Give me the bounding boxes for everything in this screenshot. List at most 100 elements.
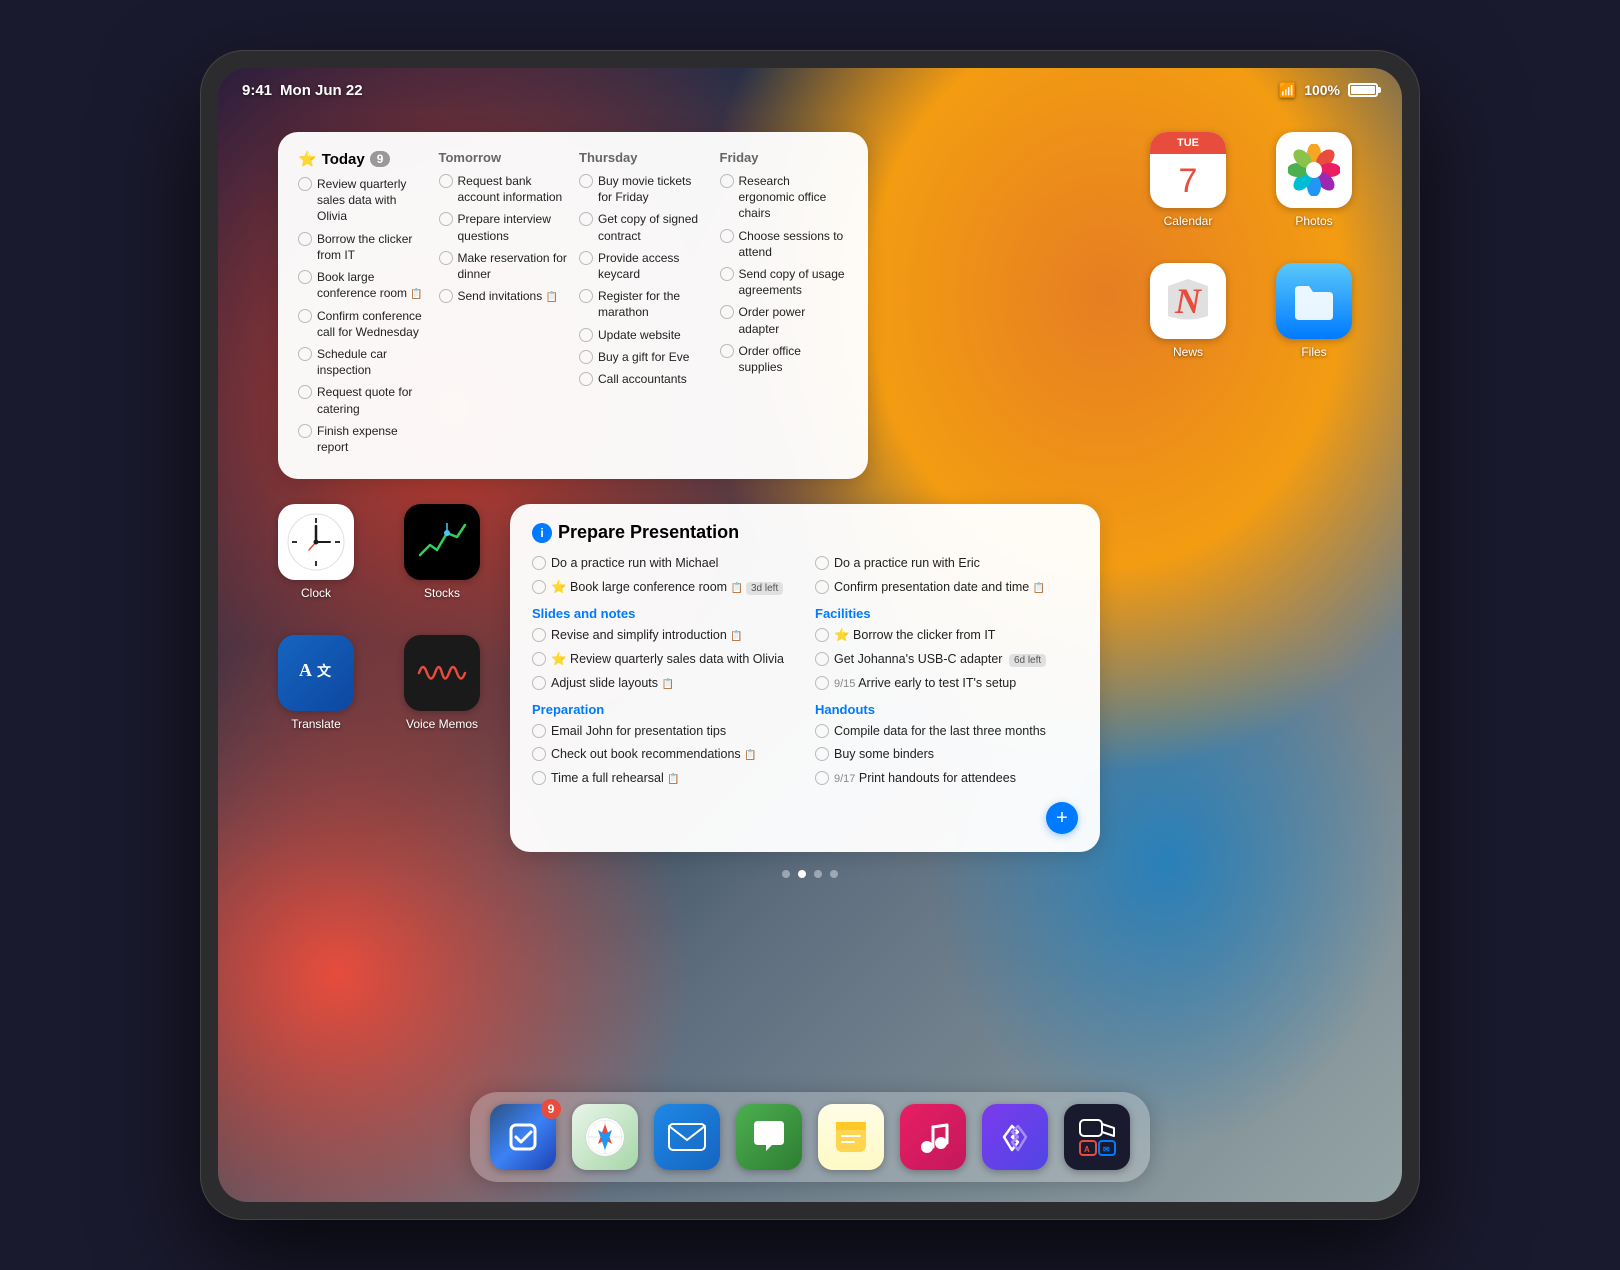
list-item[interactable]: 9/15 Arrive early to test IT's setup bbox=[815, 675, 1078, 692]
check-circle[interactable] bbox=[532, 771, 546, 785]
check-circle[interactable] bbox=[579, 328, 593, 342]
app-icon-voicememos[interactable]: Voice Memos bbox=[404, 635, 480, 731]
check-circle[interactable] bbox=[532, 652, 546, 666]
check-circle[interactable] bbox=[298, 177, 312, 191]
list-item[interactable]: Do a practice run with Eric bbox=[815, 555, 1078, 572]
list-item[interactable]: Review quarterly sales data with Olivia bbox=[298, 176, 427, 225]
list-item[interactable]: Email John for presentation tips bbox=[532, 723, 795, 740]
list-item[interactable]: Finish expense report bbox=[298, 423, 427, 455]
check-circle[interactable] bbox=[815, 652, 829, 666]
dock-app-music[interactable] bbox=[900, 1104, 966, 1170]
check-circle[interactable] bbox=[579, 251, 593, 265]
list-item[interactable]: Request bank account information bbox=[439, 173, 568, 205]
list-item[interactable]: Borrow the clicker from IT bbox=[298, 231, 427, 263]
check-circle[interactable] bbox=[532, 724, 546, 738]
check-circle[interactable] bbox=[532, 580, 546, 594]
list-item[interactable]: Confirm presentation date and time 📋 bbox=[815, 579, 1078, 596]
list-item[interactable]: Register for the marathon bbox=[579, 288, 708, 320]
page-dot-3[interactable] bbox=[814, 870, 822, 878]
list-item[interactable]: Update website bbox=[579, 327, 708, 343]
list-item[interactable]: Time a full rehearsal 📋 bbox=[532, 770, 795, 787]
app-icon-files[interactable]: Files bbox=[1276, 263, 1352, 359]
reminders-widget[interactable]: ⭐ Today 9 Review quarterly sales data wi… bbox=[278, 132, 868, 479]
list-item[interactable]: Send copy of usage agreements bbox=[720, 266, 849, 298]
list-item[interactable]: Research ergonomic office chairs bbox=[720, 173, 849, 222]
list-item[interactable]: Send invitations 📋 bbox=[439, 288, 568, 305]
check-circle[interactable] bbox=[815, 747, 829, 761]
app-icon-news[interactable]: N News bbox=[1150, 263, 1226, 359]
check-circle[interactable] bbox=[720, 344, 734, 358]
list-item[interactable]: Buy movie tickets for Friday bbox=[579, 173, 708, 205]
check-circle[interactable] bbox=[720, 305, 734, 319]
list-item[interactable]: ⭐ Borrow the clicker from IT bbox=[815, 627, 1078, 644]
list-item[interactable]: Schedule car inspection bbox=[298, 346, 427, 378]
check-circle[interactable] bbox=[439, 289, 453, 303]
list-item[interactable]: 9/17 Print handouts for attendees bbox=[815, 770, 1078, 787]
dock-app-safari[interactable] bbox=[572, 1104, 638, 1170]
check-circle[interactable] bbox=[815, 676, 829, 690]
check-circle[interactable] bbox=[439, 251, 453, 265]
dock-app-mail[interactable] bbox=[654, 1104, 720, 1170]
list-item[interactable]: Order office supplies bbox=[720, 343, 849, 375]
check-circle[interactable] bbox=[815, 628, 829, 642]
list-item[interactable]: ⭐ Review quarterly sales data with Olivi… bbox=[532, 651, 795, 668]
dock-app-notes[interactable] bbox=[818, 1104, 884, 1170]
check-circle[interactable] bbox=[579, 350, 593, 364]
list-item[interactable]: Get Johanna's USB-C adapter 6d left bbox=[815, 651, 1078, 668]
check-circle[interactable] bbox=[298, 424, 312, 438]
add-reminder-button[interactable]: + bbox=[1046, 802, 1078, 834]
page-dot-1[interactable] bbox=[782, 870, 790, 878]
list-item[interactable]: Buy some binders bbox=[815, 746, 1078, 763]
check-circle[interactable] bbox=[532, 628, 546, 642]
check-circle[interactable] bbox=[579, 372, 593, 386]
prep-widget[interactable]: i Prepare Presentation Do a practice run… bbox=[510, 504, 1100, 852]
list-item[interactable]: ⭐ Book large conference room 📋3d left bbox=[532, 579, 795, 596]
check-circle[interactable] bbox=[439, 174, 453, 188]
check-circle[interactable] bbox=[815, 771, 829, 785]
check-circle[interactable] bbox=[815, 580, 829, 594]
check-circle[interactable] bbox=[815, 724, 829, 738]
list-item[interactable]: Revise and simplify introduction 📋 bbox=[532, 627, 795, 644]
dock-app-omnifocus[interactable]: 9 bbox=[490, 1104, 556, 1170]
check-circle[interactable] bbox=[579, 174, 593, 188]
list-item[interactable]: Make reservation for dinner bbox=[439, 250, 568, 282]
dock-app-facetime[interactable]: A ✉ bbox=[1064, 1104, 1130, 1170]
list-item[interactable]: Call accountants bbox=[579, 371, 708, 387]
list-item[interactable]: Book large conference room 📋 bbox=[298, 269, 427, 302]
check-circle[interactable] bbox=[815, 556, 829, 570]
list-item[interactable]: Confirm conference call for Wednesday bbox=[298, 308, 427, 340]
check-circle[interactable] bbox=[720, 229, 734, 243]
check-circle[interactable] bbox=[532, 556, 546, 570]
check-circle[interactable] bbox=[579, 212, 593, 226]
list-item[interactable]: Order power adapter bbox=[720, 304, 849, 336]
list-item[interactable]: Provide access keycard bbox=[579, 250, 708, 282]
list-item[interactable]: Get copy of signed contract bbox=[579, 211, 708, 243]
check-circle[interactable] bbox=[298, 270, 312, 284]
check-circle[interactable] bbox=[298, 232, 312, 246]
list-item[interactable]: Compile data for the last three months bbox=[815, 723, 1078, 740]
app-icon-clock[interactable]: Clock bbox=[278, 504, 354, 600]
list-item[interactable]: Prepare interview questions bbox=[439, 211, 568, 243]
list-item[interactable]: Check out book recommendations 📋 bbox=[532, 746, 795, 763]
list-item[interactable]: Buy a gift for Eve bbox=[579, 349, 708, 365]
check-circle[interactable] bbox=[579, 289, 593, 303]
check-circle[interactable] bbox=[720, 174, 734, 188]
check-circle[interactable] bbox=[532, 676, 546, 690]
dock-app-messages[interactable] bbox=[736, 1104, 802, 1170]
check-circle[interactable] bbox=[298, 347, 312, 361]
list-item[interactable]: Choose sessions to attend bbox=[720, 228, 849, 260]
dock-app-shortcuts[interactable] bbox=[982, 1104, 1048, 1170]
check-circle[interactable] bbox=[439, 212, 453, 226]
check-circle[interactable] bbox=[720, 267, 734, 281]
app-icon-stocks[interactable]: Stocks bbox=[404, 504, 480, 600]
page-dot-2[interactable] bbox=[798, 870, 806, 878]
app-icon-translate[interactable]: A 文 Translate bbox=[278, 635, 354, 731]
list-item[interactable]: Do a practice run with Michael bbox=[532, 555, 795, 572]
app-icon-calendar[interactable]: TUE 7 Calendar bbox=[1150, 132, 1226, 228]
app-icon-photos[interactable]: Photos bbox=[1276, 132, 1352, 228]
check-circle[interactable] bbox=[532, 747, 546, 761]
check-circle[interactable] bbox=[298, 309, 312, 323]
page-dot-4[interactable] bbox=[830, 870, 838, 878]
check-circle[interactable] bbox=[298, 385, 312, 399]
list-item[interactable]: Request quote for catering bbox=[298, 384, 427, 416]
